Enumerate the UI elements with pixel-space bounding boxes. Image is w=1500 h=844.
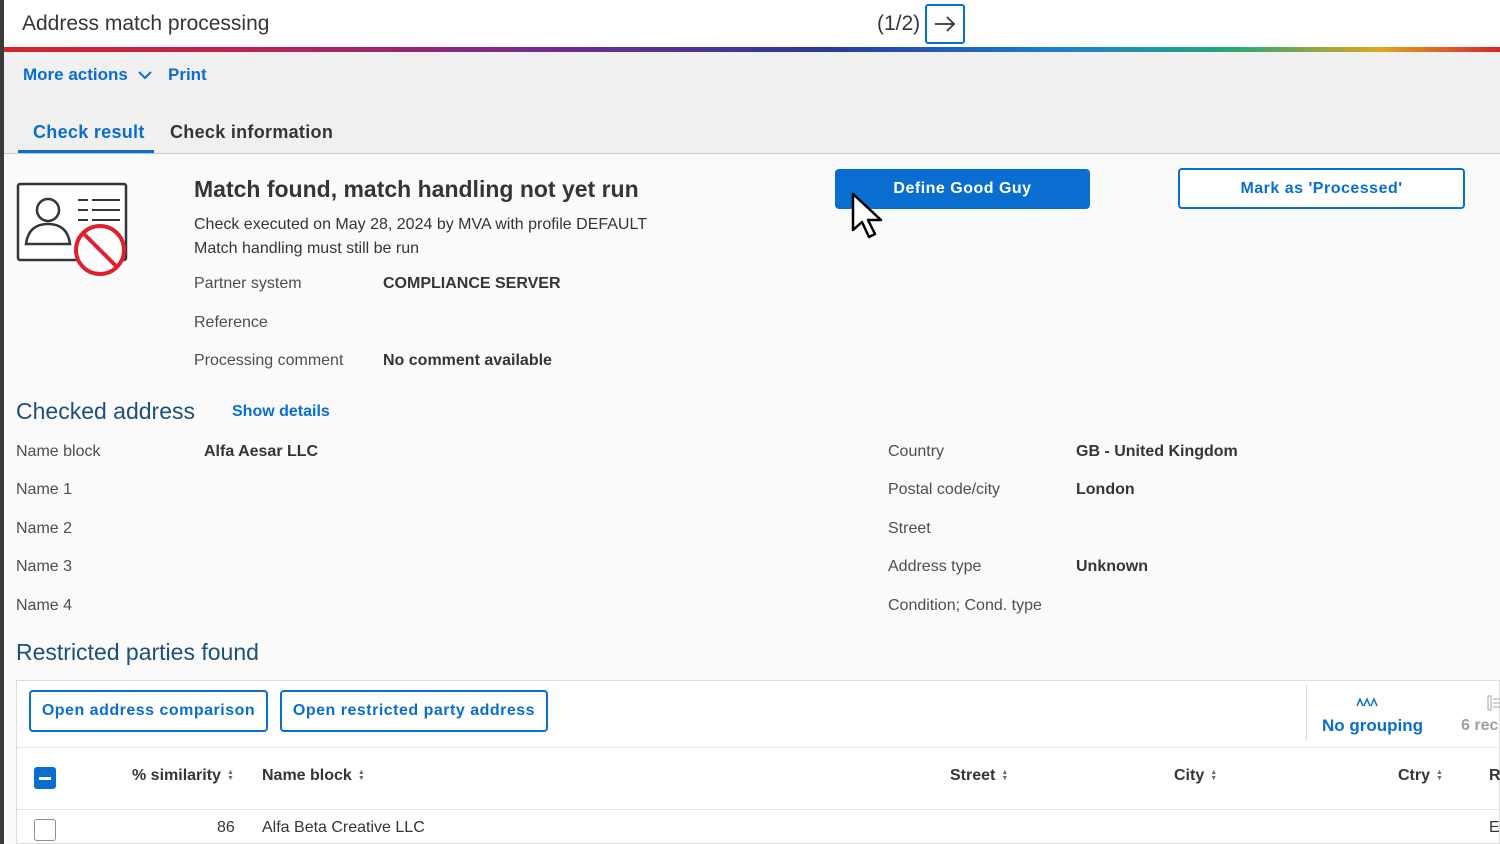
check-executed-text: Check executed on May 28, 2024 by MVA wi… [194,216,647,233]
pager-indicator: (1/2) [877,12,921,35]
grouping-selector[interactable]: No grouping [1322,716,1423,736]
name-2-label: Name 2 [16,520,73,537]
sort-icon: ▲ ▼ [226,769,234,782]
restricted-parties-title: Restricted parties found [16,639,259,665]
name-block-label: Name block [16,443,101,460]
column-header-similarity[interactable]: % similarity ▲ ▼ [132,767,234,785]
processing-comment-value: No comment available [383,352,552,369]
toolbar: More actions Print Check result Check in… [4,52,1500,154]
row-checkbox[interactable] [34,819,56,841]
mark-processed-button[interactable]: Mark as 'Processed' [1178,168,1465,209]
cell-similarity: 86 [217,819,235,836]
name-block-value: Alfa Aesar LLC [204,443,319,460]
cell-name-block: Alfa Beta Creative LLC [262,819,425,836]
minus-icon [39,776,51,780]
select-all-checkbox[interactable] [34,767,56,789]
country-value: GB - United Kingdom [1076,443,1238,460]
column-header-ctry[interactable]: Ctry ▲ ▼ [1398,767,1443,785]
mouse-pointer-icon [851,192,885,245]
print-button[interactable]: Print [168,65,207,85]
name-1-label: Name 1 [16,481,73,498]
name-4-label: Name 4 [16,597,73,614]
partner-system-value: COMPLIANCE SERVER [383,275,561,292]
main-content: Match found, match handling not yet run … [4,154,1500,844]
chevron-down-icon [138,70,152,79]
records-count: 6 rec [1461,717,1499,734]
column-header-name-block[interactable]: Name block ▲ ▼ [262,767,365,785]
toolbar-separator [1306,685,1307,741]
checked-address-title: Checked address [16,398,195,424]
name-3-label: Name 3 [16,558,73,575]
column-header-city[interactable]: City ▲ ▼ [1174,767,1217,785]
sort-icon: ▲ ▼ [357,769,365,782]
country-label: Country [888,443,945,460]
reference-label: Reference [194,314,268,331]
postal-city-label: Postal code/city [888,481,1001,498]
column-header-street[interactable]: Street ▲ ▼ [950,767,1008,785]
sort-icon: ▲ ▼ [1210,769,1218,782]
title-bar: Address match processing (1/2) [4,0,1500,48]
records-icon [1487,695,1500,716]
address-type-label: Address type [888,558,982,575]
open-address-comparison-button[interactable]: Open address comparison [29,690,268,732]
active-tab-indicator [18,150,154,153]
street-label: Street [888,520,931,537]
cell-r: E [1489,819,1500,836]
column-header-r[interactable]: R [1489,767,1500,785]
tab-check-result[interactable]: Check result [33,122,145,143]
sort-icon: ▲ ▼ [1001,769,1009,782]
contact-card-blocked-icon [16,182,128,276]
address-type-value: Unknown [1076,558,1148,575]
header-row-divider [17,809,1500,810]
result-headline: Match found, match handling not yet run [194,176,639,202]
tab-check-information[interactable]: Check information [170,122,333,143]
grouping-icon [1356,695,1378,713]
arrow-right-icon [935,16,956,32]
processing-comment-label: Processing comment [194,352,344,369]
condition-label: Condition; Cond. type [888,597,1042,614]
open-restricted-party-address-button[interactable]: Open restricted party address [280,690,548,732]
page-title: Address match processing [22,12,270,35]
next-record-button[interactable] [925,4,965,44]
sort-icon: ▲ ▼ [1436,769,1443,782]
more-actions-label: More actions [23,65,128,84]
more-actions-menu[interactable]: More actions [23,65,152,85]
partner-system-label: Partner system [194,275,302,292]
match-handling-text: Match handling must still be run [194,240,419,257]
show-details-link[interactable]: Show details [232,403,330,421]
restricted-parties-table: Open address comparison Open restricted … [16,680,1500,844]
match-found-illustration [16,180,132,285]
postal-city-value: London [1076,481,1135,498]
table-top-divider [17,747,1500,748]
